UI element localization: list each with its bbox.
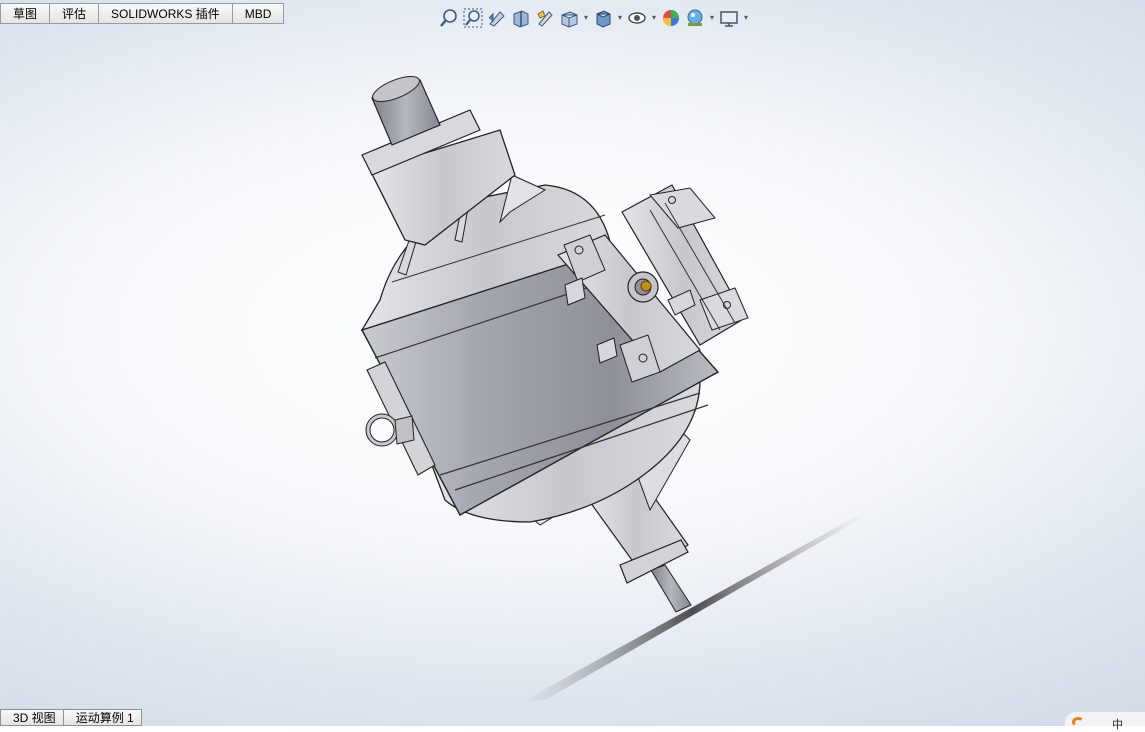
tab-motion-study-1[interactable]: 运动算例 1 bbox=[63, 709, 142, 726]
ground-shadow bbox=[520, 513, 866, 703]
bottom-tabs: 3D 视图 运动算例 1 bbox=[0, 709, 142, 726]
tab-3d-view[interactable]: 3D 视图 bbox=[0, 709, 64, 726]
lower-shaft bbox=[650, 564, 692, 613]
ime-indicator[interactable]: 中 bbox=[1112, 716, 1123, 732]
gearbox-3d-model[interactable] bbox=[0, 0, 1145, 726]
